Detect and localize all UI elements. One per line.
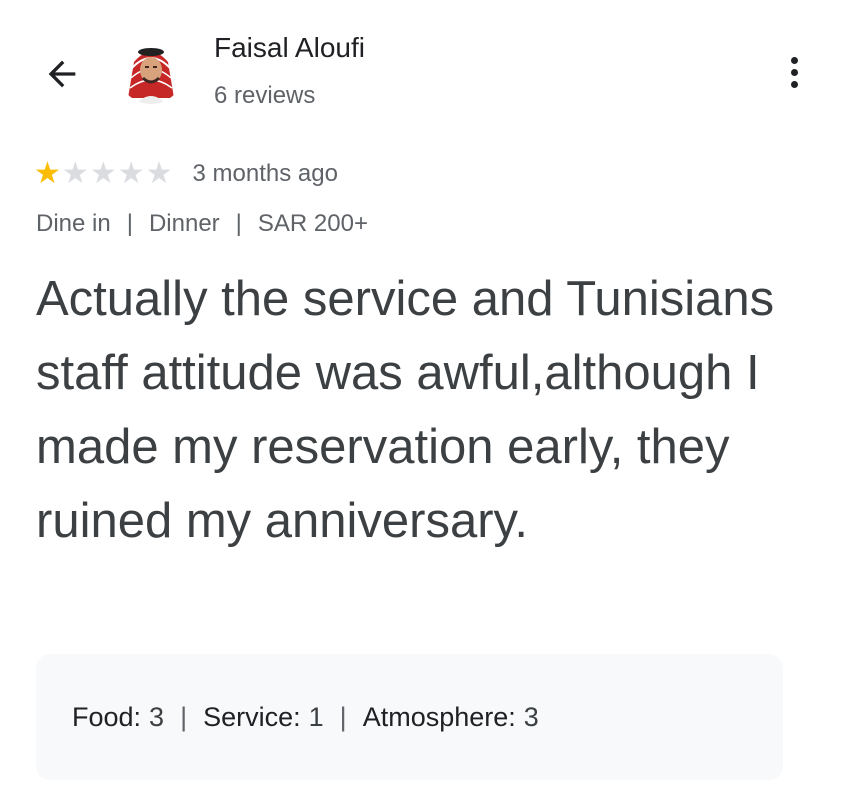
atmosphere-rating-value: 3 bbox=[523, 701, 539, 732]
star-empty-icon: ★ bbox=[61, 157, 89, 190]
star-filled-icon: ★ bbox=[34, 157, 61, 190]
review-text: Actually the service and Tunisians staff… bbox=[36, 272, 775, 548]
star-empty-icon: ★ bbox=[89, 157, 117, 190]
avatar-image bbox=[118, 38, 184, 104]
rating-separator: | bbox=[339, 701, 347, 732]
rating-separator: | bbox=[180, 701, 188, 732]
tag-separator: | bbox=[235, 210, 242, 237]
food-rating-label: Food: bbox=[72, 701, 142, 732]
star-empty-icon: ★ bbox=[145, 157, 173, 190]
service-rating-value: 1 bbox=[308, 701, 324, 732]
tag-meal-type: Dinner bbox=[148, 210, 220, 237]
back-button[interactable] bbox=[36, 48, 88, 100]
tag-separator: | bbox=[126, 210, 133, 237]
avatar[interactable] bbox=[118, 38, 184, 104]
reviews-count: 6 reviews bbox=[214, 82, 316, 109]
rating-row: ★ ★ ★ ★ ★ 3 months ago bbox=[34, 156, 338, 192]
reviewer-name[interactable]: Faisal Aloufi bbox=[214, 32, 365, 64]
service-rating-label: Service: bbox=[203, 701, 301, 732]
tag-price: SAR 200+ bbox=[257, 210, 368, 237]
more-vert-icon bbox=[790, 56, 798, 64]
star-empty-icon: ★ bbox=[117, 157, 145, 190]
atmosphere-rating-label: Atmosphere: bbox=[362, 701, 516, 732]
tag-service-type: Dine in bbox=[36, 210, 111, 237]
food-rating-value: 3 bbox=[149, 701, 165, 732]
more-options-button[interactable] bbox=[774, 50, 814, 94]
review-tags: Dine in | Dinner | SAR 200+ bbox=[36, 210, 368, 238]
star-rating: ★ ★ ★ ★ ★ bbox=[34, 159, 173, 189]
time-ago: 3 months ago bbox=[192, 160, 338, 187]
arrow-left-icon bbox=[48, 60, 76, 88]
sub-ratings-box: Food: 3 | Service: 1 | Atmosphere: 3 bbox=[36, 654, 783, 780]
review-header: Faisal Aloufi 6 reviews bbox=[0, 0, 855, 140]
